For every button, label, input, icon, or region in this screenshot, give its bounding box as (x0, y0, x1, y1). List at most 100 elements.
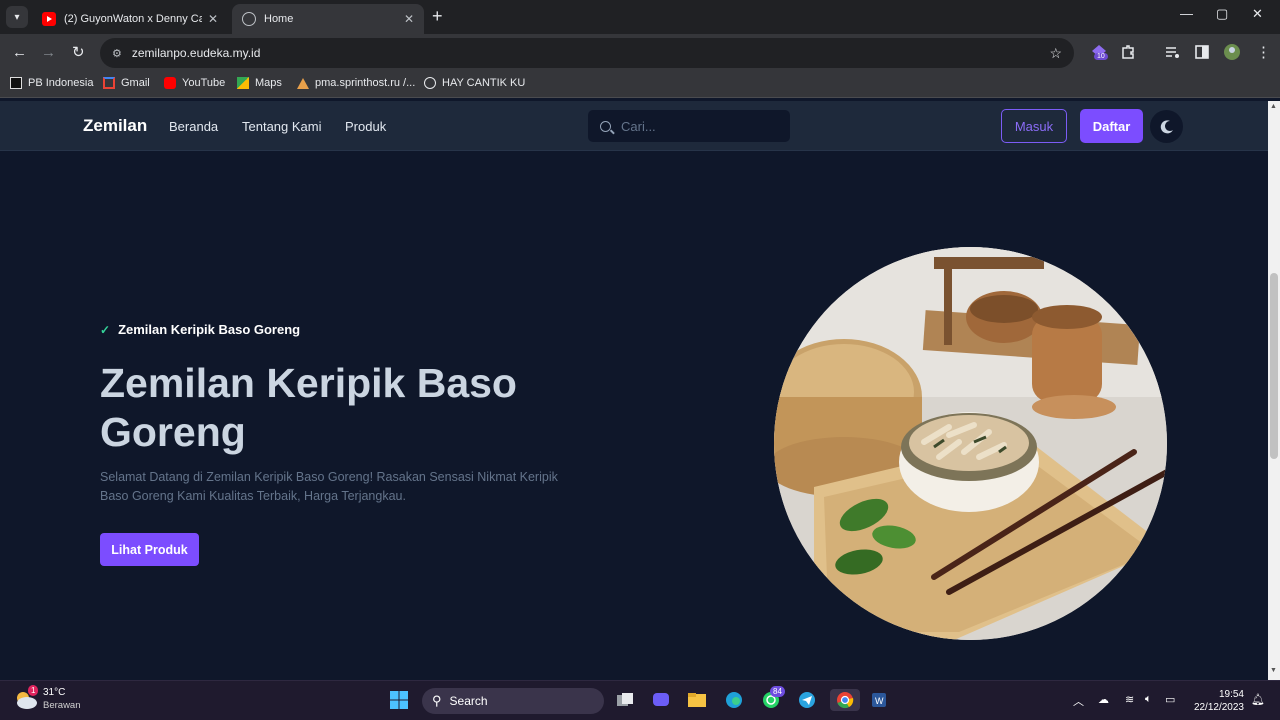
scroll-down-arrow-icon[interactable]: ▼ (1270, 667, 1277, 674)
extensions-puzzle-icon[interactable] (1119, 43, 1137, 61)
forward-button[interactable]: → (41, 43, 56, 63)
tab-youtube[interactable]: (2) GuyonWaton x Denny Caknan ✕ (32, 4, 228, 34)
browser-tab-bar: ▾ (2) GuyonWaton x Denny Caknan ✕ Home ✕… (0, 0, 1280, 34)
edge-icon (726, 692, 742, 708)
weather-widget[interactable]: 1 31°C Berawan (14, 685, 81, 712)
maps-icon (237, 77, 249, 89)
view-products-button[interactable]: Lihat Produk (100, 533, 199, 566)
media-control-icon[interactable] (1163, 43, 1181, 61)
pb-icon (10, 77, 22, 89)
moon-icon (1160, 119, 1173, 133)
profile-avatar-icon[interactable] (1223, 43, 1241, 61)
page-scrollbar[interactable]: ▲ ▼ (1268, 101, 1280, 680)
close-window-button[interactable]: ✕ (1252, 6, 1263, 22)
bookmark-label: pma.sprinthost.ru /... (315, 77, 416, 89)
volume-icon[interactable]: 🔈︎ (1145, 693, 1152, 706)
hero-title: Zemilan Keripik Baso Goreng (100, 360, 517, 455)
system-clock[interactable]: 19:54 22/12/2023 (1192, 688, 1244, 714)
file-explorer-button[interactable] (686, 689, 708, 711)
bookmark-label: HAY CANTIK KU (442, 77, 526, 89)
tab-home[interactable]: Home ✕ (232, 4, 424, 34)
windows-logo-icon (390, 691, 408, 709)
site-brand[interactable]: Zemilan (83, 116, 147, 136)
weather-condition: Berawan (43, 700, 81, 711)
hero-tagline: ✓ Zemilan Keripik Baso Goreng (100, 322, 300, 337)
weather-text: 31°C Berawan (43, 687, 81, 712)
extension-badge: 10 (1094, 53, 1108, 60)
nav-tentang-kami[interactable]: Tentang Kami (242, 119, 322, 134)
register-button[interactable]: Daftar (1080, 109, 1143, 143)
bookmarks-bar: PB Indonesia Gmail YouTube Maps pma.spri… (0, 72, 1280, 98)
hero-image (774, 247, 1167, 640)
side-panel-icon[interactable] (1193, 43, 1211, 61)
svg-text:W: W (875, 696, 884, 706)
browser-menu-icon[interactable]: ⋮ (1256, 43, 1271, 63)
bookmark-star-icon[interactable]: ☆ (1049, 45, 1062, 62)
food-photo (774, 247, 1167, 640)
chrome-button[interactable] (830, 689, 860, 711)
bookmark-youtube[interactable]: YouTube (164, 77, 225, 89)
bookmark-label: Gmail (121, 77, 150, 89)
address-bar[interactable]: ⚙ zemilanpo.eudeka.my.id ☆ (100, 38, 1074, 68)
temperature: 31°C (43, 687, 66, 698)
bookmark-label: Maps (255, 77, 282, 89)
bookmark-pb-indonesia[interactable]: PB Indonesia (10, 77, 93, 89)
edge-browser-button[interactable] (723, 689, 745, 711)
search-icon: ⚲ (432, 693, 442, 708)
nav-beranda[interactable]: Beranda (169, 119, 218, 134)
web-page: Zemilan Beranda Tentang Kami Produk Masu… (0, 101, 1268, 680)
theme-toggle-button[interactable] (1150, 110, 1183, 143)
new-tab-button[interactable]: + (432, 6, 443, 26)
word-button[interactable]: W (868, 689, 890, 711)
scroll-up-arrow-icon[interactable]: ▲ (1270, 103, 1277, 110)
chat-icon (653, 693, 669, 706)
check-icon: ✓ (100, 322, 111, 337)
show-hidden-icons[interactable]: ︿ (1073, 693, 1084, 709)
maximize-button[interactable]: ▢ (1216, 6, 1228, 22)
url-text: zemilanpo.eudeka.my.id (131, 46, 261, 60)
bookmark-gmail[interactable]: Gmail (103, 77, 150, 89)
taskbar-search-label: Search (449, 694, 488, 708)
browser-toolbar: ← → ↻ ⚙ zemilanpo.eudeka.my.id ☆ 10 ⋮ (0, 34, 1280, 72)
bookmark-maps[interactable]: Maps (237, 77, 282, 89)
tab-title: (2) GuyonWaton x Denny Caknan (64, 13, 202, 25)
whatsapp-badge: 84 (770, 686, 785, 697)
back-button[interactable]: ← (12, 43, 27, 63)
login-button[interactable]: Masuk (1001, 109, 1067, 143)
battery-icon[interactable]: ▭ (1165, 693, 1175, 706)
search-input[interactable] (621, 118, 781, 134)
nav-produk[interactable]: Produk (345, 119, 386, 134)
search-box (588, 110, 790, 142)
bookmark-label: YouTube (182, 77, 226, 89)
scrollbar-thumb[interactable] (1270, 273, 1278, 459)
task-view-button[interactable] (614, 689, 636, 711)
gmail-icon (103, 77, 115, 89)
sprinthost-icon (297, 77, 309, 89)
hero-description: Selamat Datang di Zemilan Keripik Baso G… (100, 470, 558, 503)
youtube-icon (42, 12, 56, 26)
tab-search-button[interactable]: ▾ (6, 6, 28, 28)
clock-time: 19:54 (1218, 689, 1244, 700)
minimize-button[interactable]: — (1180, 6, 1193, 21)
windows-taskbar: 1 31°C Berawan ⚲ Search 84 W ︿ ☁ ≋ 🔈︎ ▭ … (0, 680, 1280, 720)
close-tab-icon[interactable]: ✕ (404, 12, 414, 26)
taskbar-search[interactable]: ⚲ Search (422, 688, 604, 714)
word-icon: W (872, 693, 886, 707)
globe-icon (424, 77, 436, 89)
chat-app-button[interactable] (650, 689, 672, 711)
start-button[interactable] (388, 689, 410, 711)
notification-bell-icon[interactable]: 🔔︎ (1251, 693, 1265, 706)
bookmark-sprinthost[interactable]: pma.sprinthost.ru /... (297, 77, 415, 89)
tab-title: Home (264, 13, 294, 25)
bookmark-hay-cantik-ku[interactable]: HAY CANTIK KU (424, 77, 525, 89)
reload-button[interactable]: ↻ (72, 43, 85, 63)
telegram-button[interactable] (796, 689, 818, 711)
onedrive-icon[interactable]: ☁ (1098, 693, 1109, 706)
search-icon (600, 120, 611, 132)
close-tab-icon[interactable]: ✕ (208, 12, 218, 26)
site-info-icon[interactable]: ⚙ (112, 47, 122, 60)
youtube-icon (164, 77, 176, 89)
bookmark-label: PB Indonesia (28, 77, 94, 89)
chrome-icon (837, 692, 854, 709)
wifi-icon[interactable]: ≋ (1125, 693, 1134, 706)
